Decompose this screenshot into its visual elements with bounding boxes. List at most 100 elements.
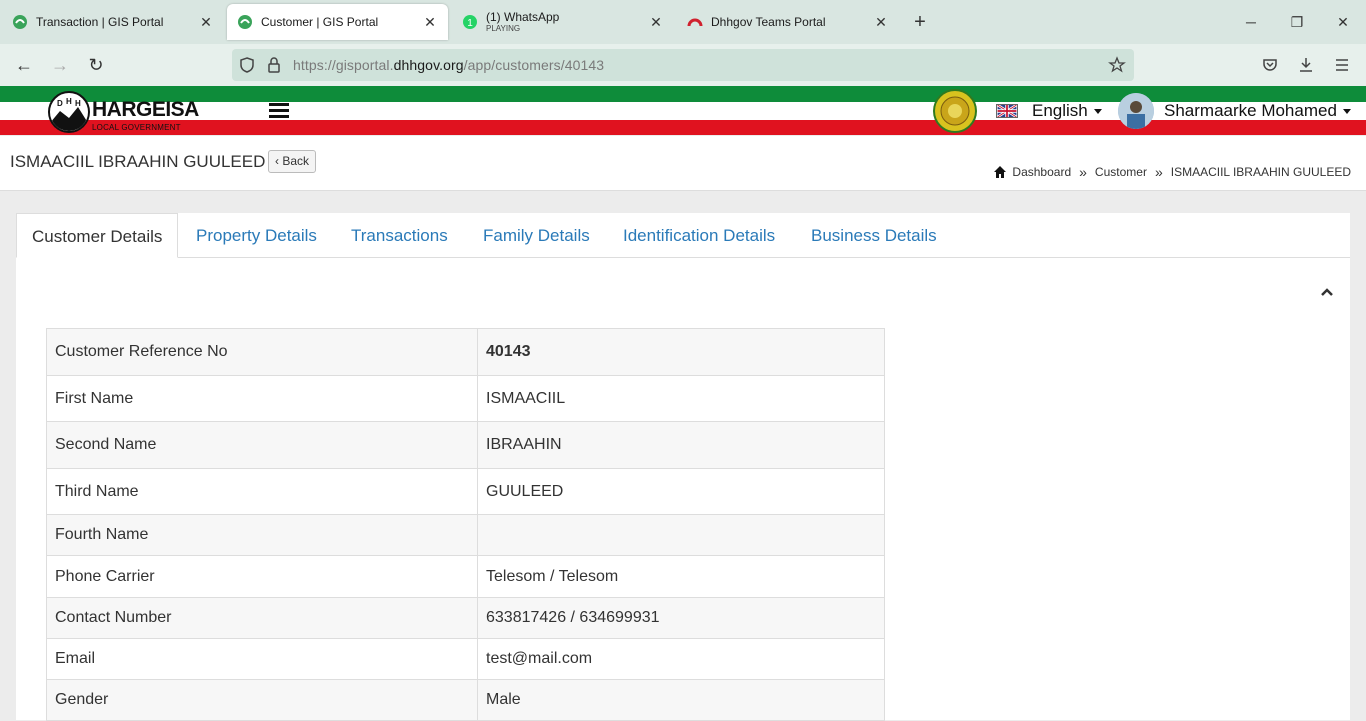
table-row: Second Name IBRAAHIN (46, 421, 885, 469)
page-title-bar: ISMAACIIL IBRAAHIN GUULEED ‹ Back Dashbo… (0, 136, 1366, 191)
breadcrumb-customer[interactable]: Customer (1095, 165, 1147, 179)
teams-portal-favicon-icon (687, 18, 703, 27)
menu-icon[interactable] (1333, 56, 1351, 74)
browser-tab-whatsapp[interactable]: 1 (1) WhatsApp PLAYING ✕ (452, 4, 674, 40)
table-row: Fourth Name (46, 514, 885, 556)
tab-identification-details[interactable]: Identification Details (623, 213, 775, 258)
forward-arrow-icon[interactable]: → (49, 54, 71, 76)
tab-title: Dhhgov Teams Portal (711, 15, 826, 29)
logo-subtitle: LOCAL GOVERNMENT (92, 123, 181, 132)
page-title: ISMAACIIL IBRAAHIN GUULEED (10, 152, 266, 171)
table-row: Phone Carrier Telesom / Telesom (46, 555, 885, 598)
row-label: Third Name (46, 468, 478, 515)
svg-text:1: 1 (467, 18, 473, 29)
table-row: Email test@mail.com (46, 638, 885, 680)
row-value: test@mail.com (477, 638, 885, 680)
close-icon[interactable]: ✕ (873, 14, 889, 30)
row-value: GUULEED (477, 468, 885, 515)
breadcrumb: Dashboard » Customer » ISMAACIIL IBRAAHI… (993, 164, 1351, 180)
gis-portal-favicon-icon (13, 15, 27, 29)
row-label: Gender (46, 679, 478, 721)
national-emblem-icon (933, 89, 977, 133)
language-label: English (1032, 101, 1088, 120)
detail-tabs: Customer Details Property Details Transa… (16, 213, 1350, 258)
lock-icon[interactable] (265, 56, 283, 74)
tab-playing-label: PLAYING (486, 24, 521, 33)
row-value (477, 514, 885, 556)
back-button-label: Back (282, 154, 310, 168)
tab-title: Customer | GIS Portal (261, 15, 379, 29)
close-icon[interactable]: ✕ (648, 14, 664, 30)
row-label: Phone Carrier (46, 555, 478, 598)
row-value: Male (477, 679, 885, 721)
download-icon[interactable] (1297, 56, 1315, 74)
customer-panel: Customer Details Property Details Transa… (16, 213, 1350, 721)
tab-customer-details[interactable]: Customer Details (16, 213, 179, 258)
row-label: Fourth Name (46, 514, 478, 556)
row-label: Email (46, 638, 478, 680)
row-label: Customer Reference No (46, 328, 478, 376)
user-name: Sharmaarke Mohamed (1164, 101, 1337, 120)
gis-portal-favicon-icon (238, 15, 252, 29)
url-text: https://gisportal.dhhgov.org/app/custome… (293, 57, 604, 73)
back-button[interactable]: ‹ Back (268, 150, 317, 173)
reload-icon[interactable]: ↻ (85, 54, 107, 76)
close-icon[interactable]: ✕ (422, 14, 438, 30)
table-row: First Name ISMAACIIL (46, 375, 885, 422)
logo-title: HARGEISA (92, 98, 199, 121)
browser-tab-bar: Transaction | GIS Portal ✕ Customer | GI… (0, 0, 1366, 44)
table-row: Customer Reference No 40143 (46, 328, 885, 376)
tab-title: Transaction | GIS Portal (36, 15, 164, 29)
restore-icon[interactable]: ❐ (1287, 12, 1307, 32)
row-value: 40143 (477, 328, 885, 376)
tab-title: (1) WhatsApp (486, 10, 560, 24)
browser-tab-teams[interactable]: Dhhgov Teams Portal ✕ (677, 4, 899, 40)
hamburger-menu-icon[interactable] (269, 103, 289, 119)
browser-tab-customer[interactable]: Customer | GIS Portal ✕ (227, 4, 448, 40)
url-path: /app/customers/40143 (463, 57, 605, 73)
breadcrumb-dashboard[interactable]: Dashboard (1012, 165, 1071, 179)
breadcrumb-separator: » (1154, 164, 1163, 180)
user-menu[interactable]: Sharmaarke Mohamed (1118, 93, 1351, 129)
whatsapp-icon: 1 (463, 15, 477, 29)
logo-mountain-icon: D H H (50, 97, 88, 131)
hargeisa-logo[interactable]: D H H HARGEISA LOCAL GOVERNMENT (48, 91, 208, 135)
table-row: Contact Number 633817426 / 634699931 (46, 597, 885, 639)
close-icon[interactable]: ✕ (198, 14, 214, 30)
home-icon (994, 166, 1007, 178)
tab-transactions[interactable]: Transactions (351, 213, 448, 258)
address-bar[interactable]: https://gisportal.dhhgov.org/app/custome… (232, 49, 1134, 81)
url-host: dhhgov.org (393, 57, 464, 73)
row-value: Telesom / Telesom (477, 555, 885, 598)
language-selector[interactable]: English (996, 101, 1102, 121)
uk-flag-icon (996, 104, 1018, 118)
shield-icon[interactable] (238, 56, 256, 74)
avatar (1118, 93, 1154, 129)
tab-business-details[interactable]: Business Details (811, 213, 937, 258)
site-header: D H H HARGEISA LOCAL GOVERNMENT English … (0, 86, 1366, 135)
browser-tab-transaction[interactable]: Transaction | GIS Portal ✕ (2, 4, 224, 40)
table-row: Gender Male (46, 679, 885, 721)
row-label: Contact Number (46, 597, 478, 639)
browser-nav-bar: ← → ↻ https://gisportal.dhhgov.org/app/c… (0, 44, 1366, 86)
bookmark-star-icon[interactable] (1108, 56, 1126, 74)
tab-property-details[interactable]: Property Details (196, 213, 317, 258)
tab-family-details[interactable]: Family Details (483, 213, 590, 258)
row-value: IBRAAHIN (477, 421, 885, 469)
row-value: ISMAACIIL (477, 375, 885, 422)
row-label: First Name (46, 375, 478, 422)
logo-letter: D (57, 99, 63, 108)
url-prefix: https://gisportal. (293, 57, 394, 73)
pocket-icon[interactable] (1261, 56, 1279, 74)
new-tab-button[interactable]: + (908, 11, 932, 35)
logo-emblem: D H H (48, 91, 90, 133)
table-row: Third Name GUULEED (46, 468, 885, 515)
back-arrow-icon[interactable]: ← (13, 54, 35, 76)
row-value: 633817426 / 634699931 (477, 597, 885, 639)
window-close-icon[interactable]: ✕ (1333, 12, 1353, 32)
minimize-icon[interactable]: ─ (1241, 12, 1261, 32)
chevron-up-icon[interactable] (1318, 283, 1336, 301)
logo-letter: H (75, 99, 81, 108)
logo-letter: H (66, 97, 72, 106)
customer-details-table: Customer Reference No 40143 First Name ISM… (46, 328, 885, 721)
